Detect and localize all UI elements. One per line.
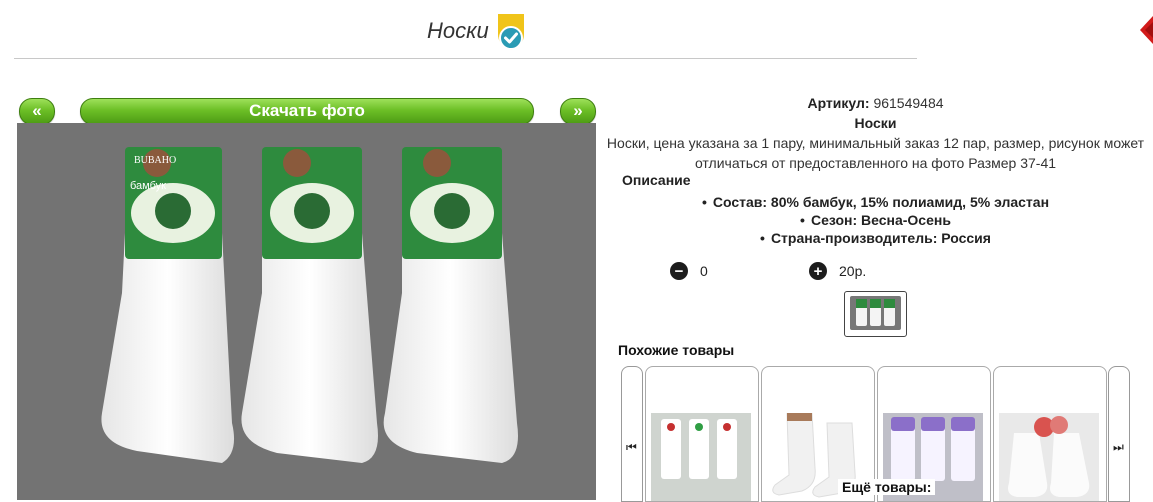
product-info: Артикул: 961549484 Носки Носки, цена ука… [598, 93, 1153, 173]
decrease-quantity-control[interactable]: − 0 [670, 262, 708, 280]
sock-2 [241, 147, 378, 463]
previous-photo-button[interactable]: « [19, 98, 55, 125]
similar-product-image [999, 413, 1099, 501]
article-value: 961549484 [873, 95, 944, 111]
price-value: 20р. [839, 263, 867, 279]
product-summary-line-2: отличаться от предоставленного на фото Р… [694, 155, 1057, 171]
sock-1 [101, 147, 235, 463]
page-header: Носки [14, 0, 917, 59]
similar-products-title: Похожие товары [618, 342, 735, 358]
increase-quantity-control[interactable]: + 20р. [809, 262, 866, 280]
article-row: Артикул: 961549484 [598, 93, 1153, 113]
description-item: • Страна-производитель: Россия [760, 230, 991, 246]
product-summary-line-1: Носки, цена указана за 1 пару, минимальн… [606, 135, 1145, 151]
more-products-title: Ещё товары: [838, 479, 936, 495]
description-list: • Состав: 80% бамбук, 15% полиамид, 5% эл… [598, 193, 1153, 247]
skip-forward-icon: ⏭ [1113, 440, 1124, 454]
description-title: Описание [622, 172, 691, 188]
product-name: Носки [854, 115, 897, 131]
thumbnail-socks-image [856, 299, 895, 326]
carousel-prev-button[interactable]: ⏮ [621, 366, 643, 502]
description-item: • Состав: 80% бамбук, 15% полиамид, 5% эл… [701, 194, 1050, 210]
verified-shield-icon [498, 14, 524, 50]
quantity-value: 0 [700, 263, 708, 279]
similar-product-image [651, 413, 751, 501]
product-photo[interactable]: BUBAHO бамбук [17, 123, 596, 500]
sock-3 [383, 147, 518, 463]
description-item: • Сезон: Весна-Осень [800, 212, 951, 228]
package-subtitle-text: бамбук [130, 180, 166, 192]
socks-illustration: BUBAHO бамбук [101, 147, 518, 463]
plus-icon[interactable]: + [809, 262, 827, 280]
article-label: Артикул: [807, 95, 870, 111]
skip-back-icon: ⏮ [626, 440, 637, 454]
next-photo-button[interactable]: » [560, 98, 596, 125]
close-icon[interactable] [1136, 16, 1153, 44]
similar-product-card[interactable] [993, 366, 1107, 502]
photo-thumbnail-selected[interactable] [844, 291, 907, 337]
download-photo-button[interactable]: Скачать фото [80, 98, 534, 125]
package-brand-text: BUBAHO [134, 155, 176, 166]
page-title: Носки [427, 18, 489, 43]
similar-product-card[interactable] [645, 366, 759, 502]
carousel-next-button[interactable]: ⏭ [1108, 366, 1130, 502]
minus-icon[interactable]: − [670, 262, 688, 280]
